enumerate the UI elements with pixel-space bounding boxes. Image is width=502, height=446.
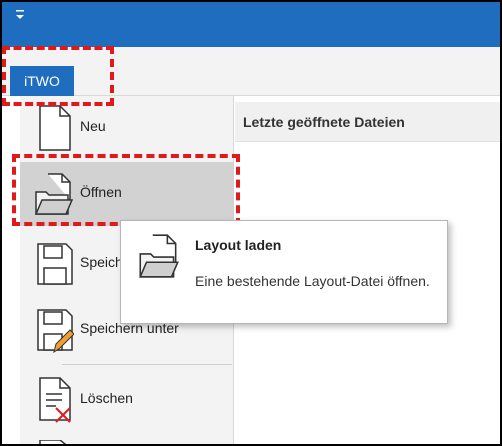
open-folder-icon [139,234,179,278]
app-window: iTWO Letzte geöffnete Dateien Neu Öffnen… [0,0,502,446]
tooltip-title: Layout laden [195,237,282,253]
menu-item-loeschen[interactable]: Löschen [20,368,234,432]
menu-divider [62,364,232,365]
highlight-oeffnen [12,154,240,226]
new-document-icon [39,105,71,151]
delete-document-icon [39,377,71,423]
menu-item-label: Löschen [80,390,133,406]
save-as-icon [37,309,74,354]
recent-files-header: Letzte geöffnete Dateien [235,102,500,142]
highlight-itwo-tab [2,46,114,106]
title-bar [2,2,500,47]
menu-item-label: Neu [80,118,106,134]
save-icon [37,243,73,285]
recent-files-title: Letzte geöffnete Dateien [243,114,405,130]
document-icon [39,440,67,444]
quick-access-dropdown-icon[interactable] [14,8,26,22]
tooltip-description: Eine bestehende Layout-Datei öffnen. [195,273,430,289]
tooltip-layout-laden: Layout laden Eine bestehende Layout-Date… [120,220,448,324]
